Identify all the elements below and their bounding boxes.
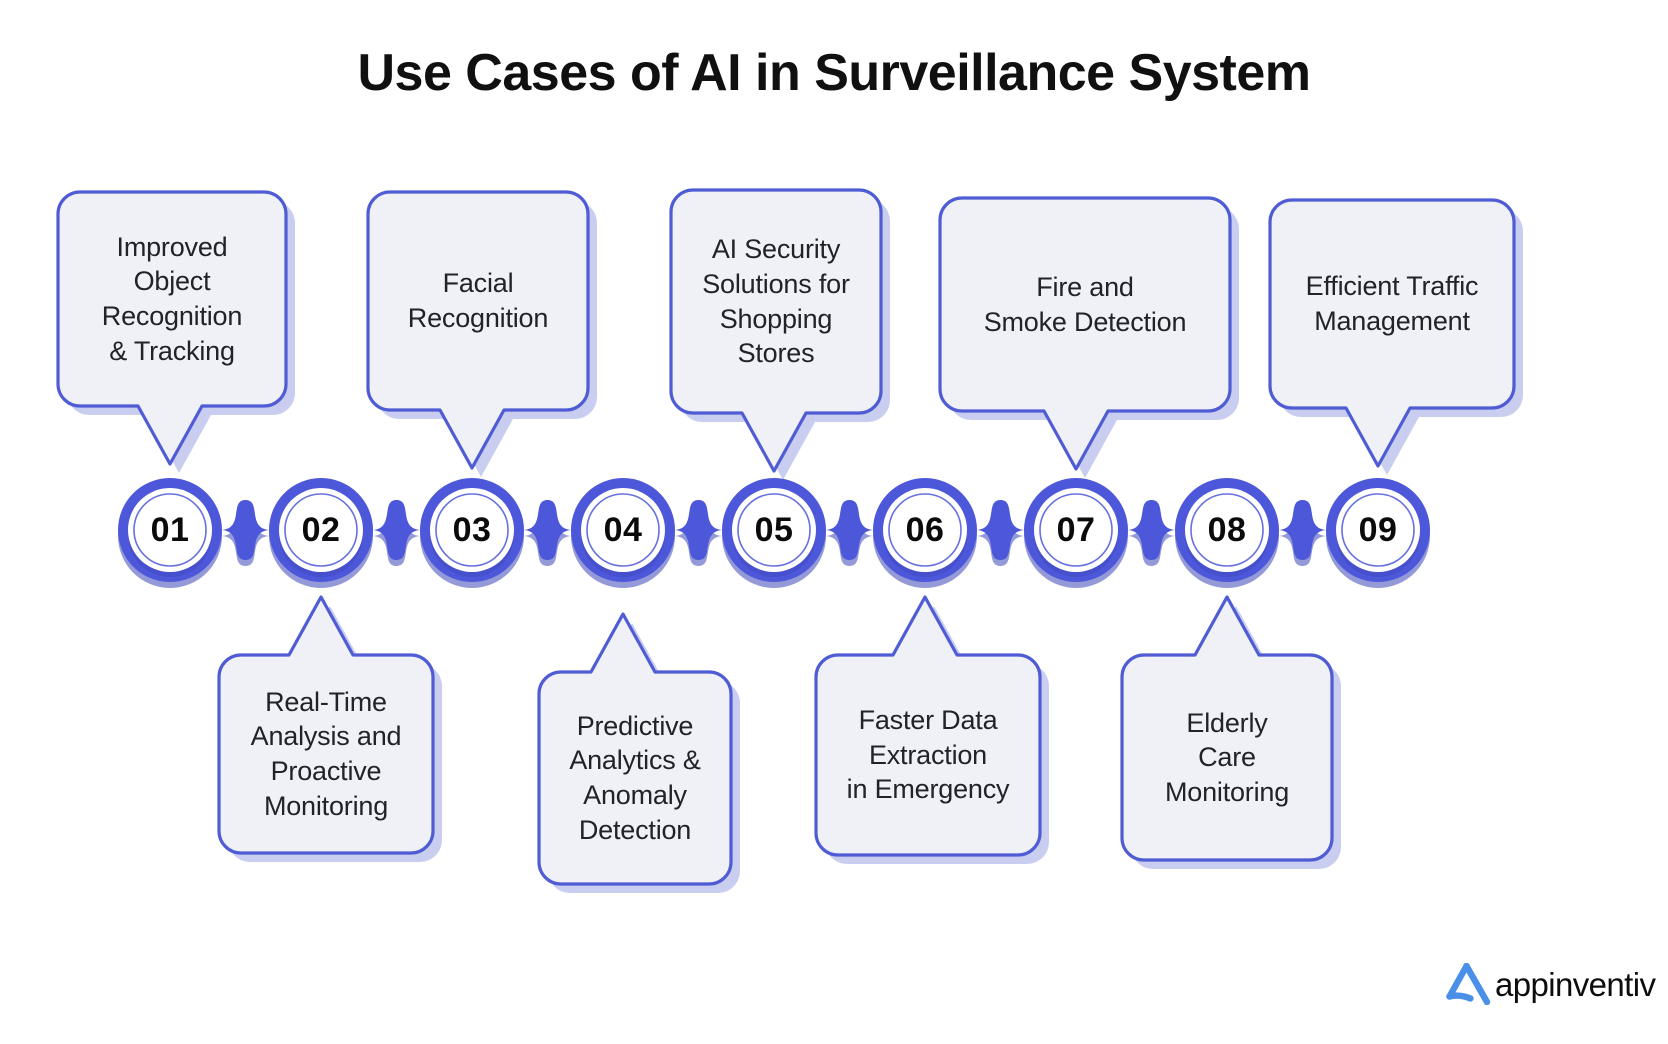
bubble-card-08[interactable]: Elderly Care Monitoring: [1120, 595, 1341, 869]
bubble-card-03[interactable]: Facial Recognition: [366, 190, 597, 477]
chain-node-08[interactable]: 08: [1175, 478, 1279, 582]
bubble-label-02: Real-Time Analysis and Proactive Monitor…: [250, 686, 402, 821]
chain-node-05[interactable]: 05: [722, 478, 826, 582]
bubble-label-05: AI Security Solutions for Shopping Store…: [702, 234, 850, 369]
page-title: Use Cases of AI in Surveillance System: [357, 44, 1311, 102]
bubble-card-01[interactable]: Improved Object Recognition & Tracking: [56, 190, 295, 473]
bubble-card-02[interactable]: Real-Time Analysis and Proactive Monitor…: [217, 595, 442, 862]
logo-wordmark: appinventiv: [1495, 965, 1656, 1003]
appinventiv-a-mark-icon: [1446, 963, 1491, 1005]
bubble-label-03: Facial Recognition: [407, 268, 549, 333]
chain-node-01[interactable]: 01: [118, 478, 222, 582]
chain-node-03[interactable]: 03: [420, 478, 524, 582]
chain-node-02[interactable]: 02: [269, 478, 373, 582]
bubble-label-06: Faster Data Extraction in Emergency: [846, 705, 1010, 805]
bubble-card-05[interactable]: AI Security Solutions for Shopping Store…: [669, 188, 890, 480]
bubble-card-09[interactable]: Efficient Traffic Management: [1268, 198, 1523, 475]
chain-node-09[interactable]: 09: [1326, 478, 1430, 582]
appinventiv-logo[interactable]: appinventiv: [1443, 963, 1656, 1005]
bubble-label-09: Efficient Traffic Management: [1305, 271, 1479, 336]
bubble-card-07[interactable]: Fire and Smoke Detection: [938, 196, 1239, 478]
bubble-label-07: Fire and Smoke Detection: [983, 271, 1187, 337]
chain-node-04[interactable]: 04: [571, 478, 675, 582]
bubble-label-01: Improved Object Recognition & Tracking: [101, 231, 243, 366]
bubble-label-04: Predictive Analytics & Anomaly Detection: [569, 710, 701, 845]
bubble-card-06[interactable]: Faster Data Extraction in Emergency: [814, 595, 1049, 864]
chain-node-07[interactable]: 07: [1024, 478, 1128, 582]
infographic-canvas: Use Cases of AI in Surveillance System I…: [0, 0, 1668, 1044]
bubble-card-04[interactable]: Predictive Analytics & Anomaly Detection: [537, 612, 740, 893]
chain-node-06[interactable]: 06: [873, 478, 977, 582]
bubble-label-08: Elderly Care Monitoring: [1164, 707, 1290, 807]
